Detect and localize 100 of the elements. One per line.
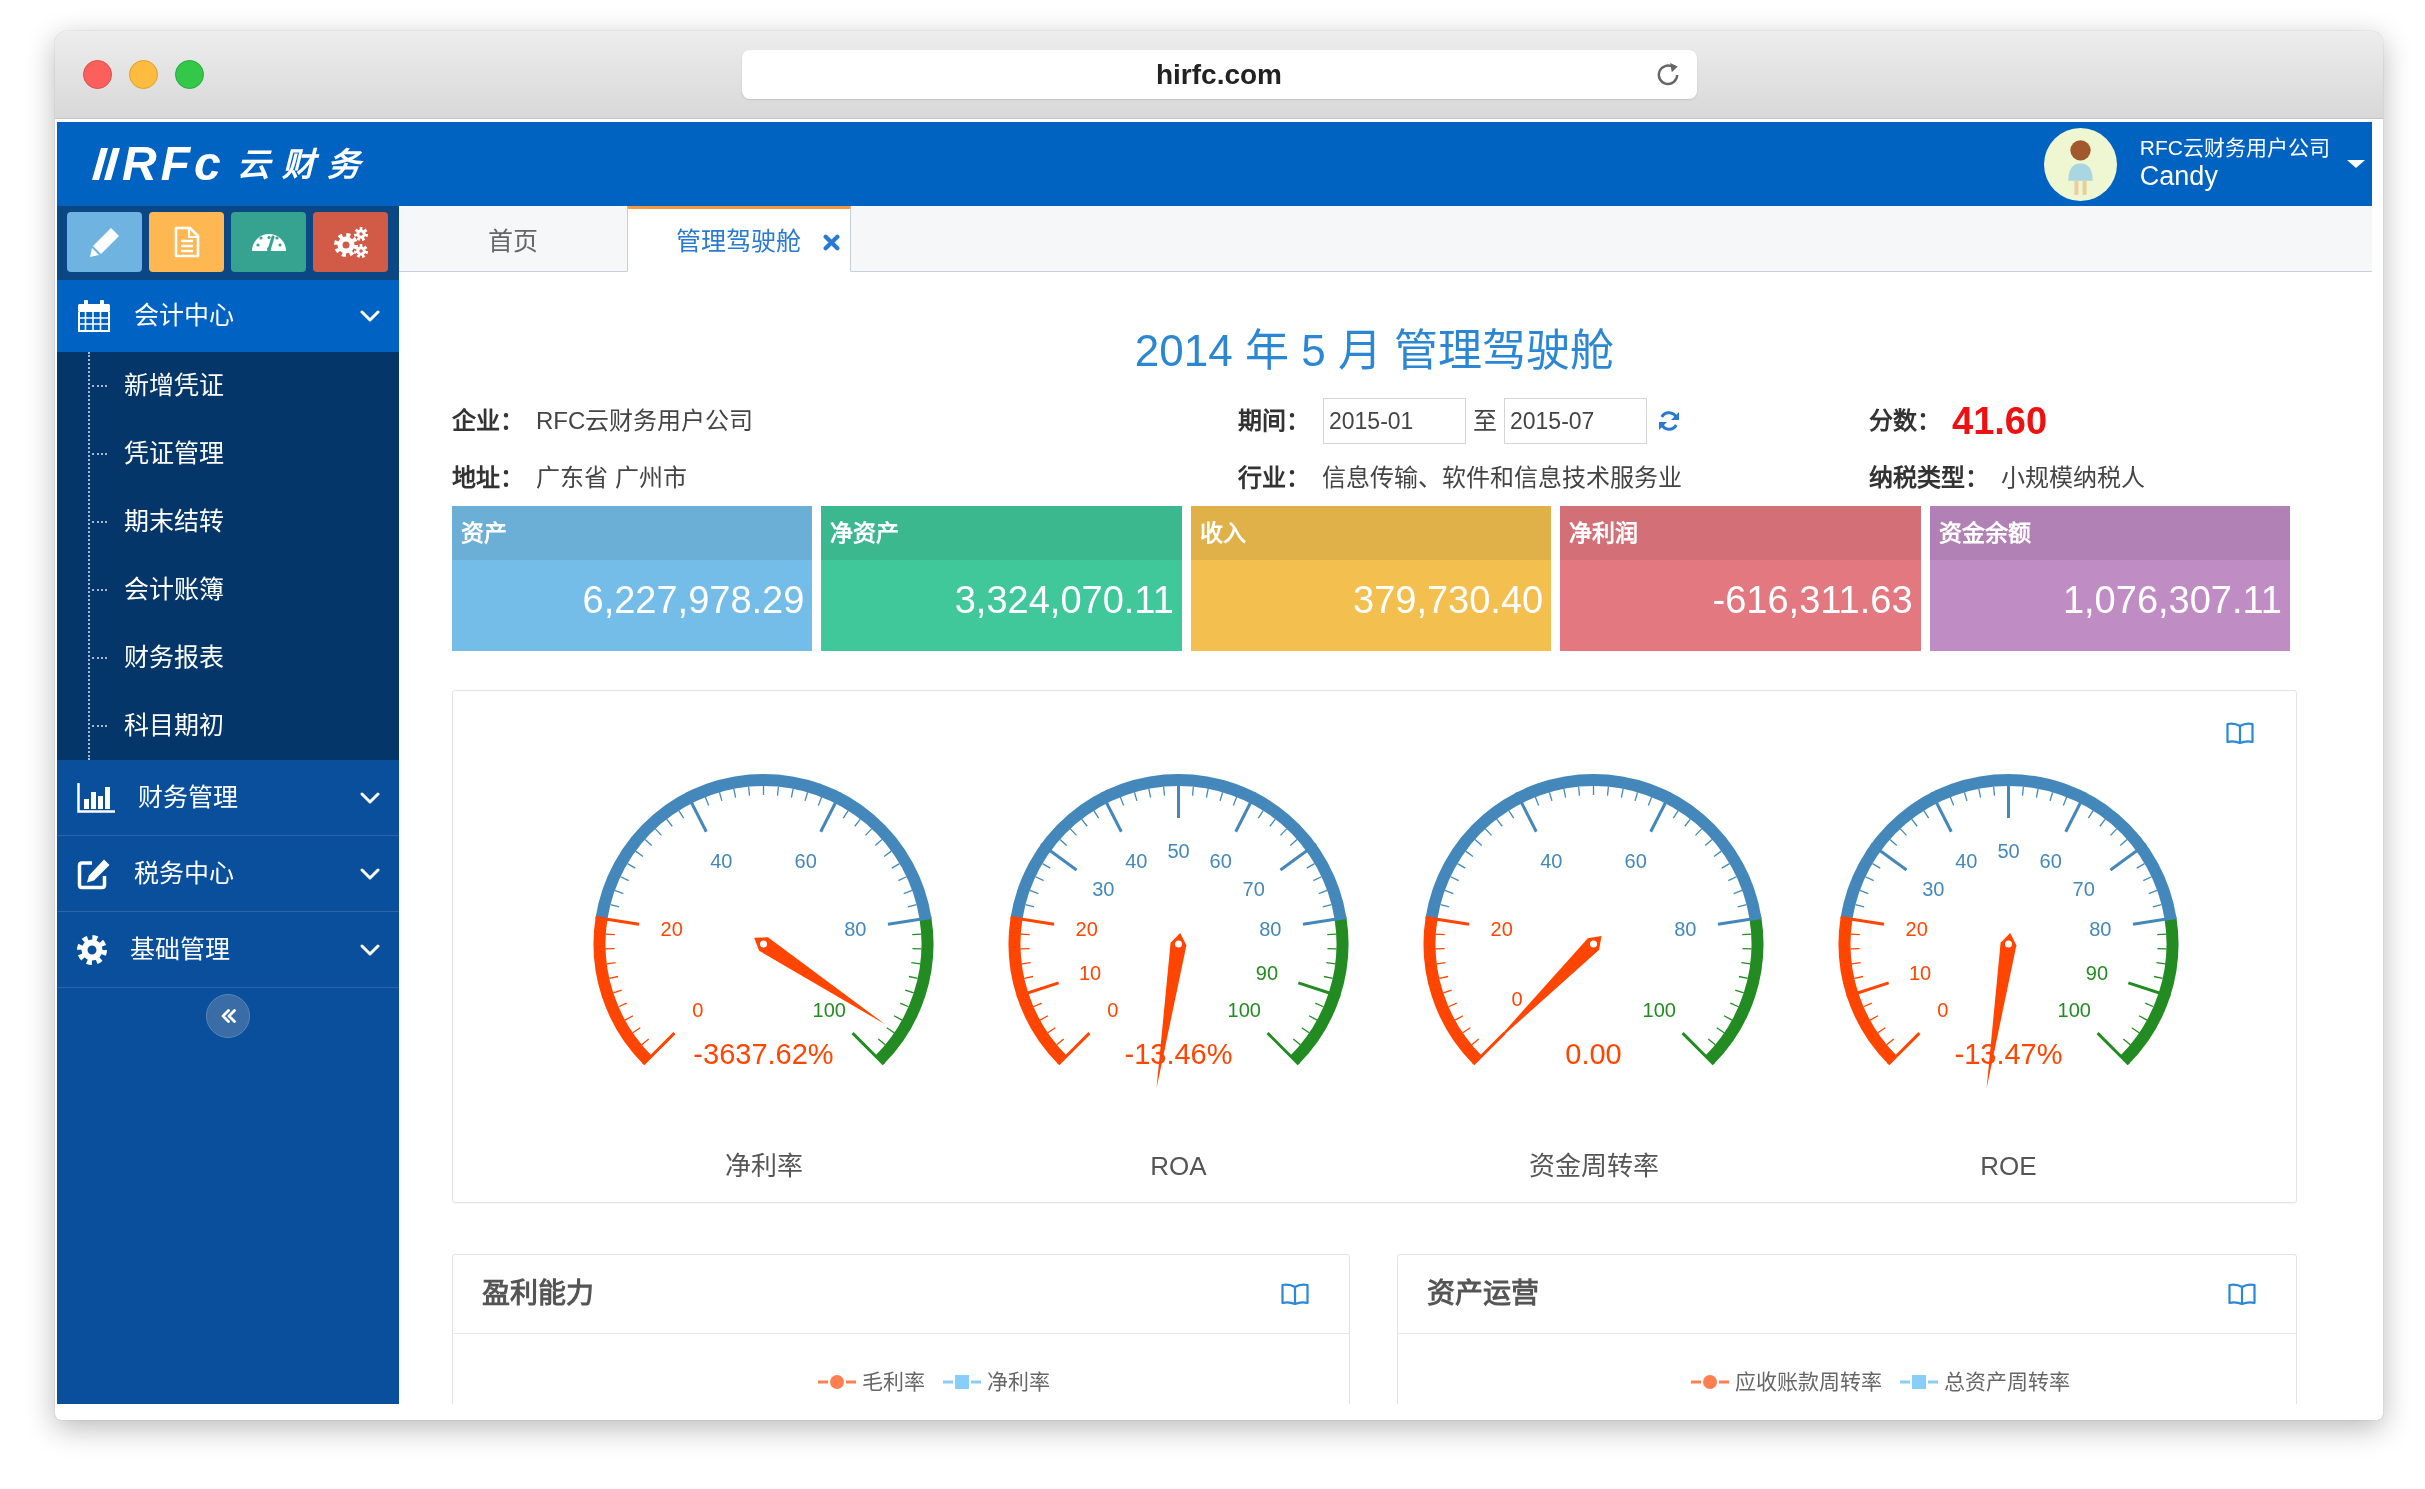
tick-label: 30 <box>1092 878 1115 901</box>
maximize-window-icon[interactable] <box>175 60 204 89</box>
legend-item[interactable]: 毛利率 <box>818 1368 925 1396</box>
metric-label: 资金余额 <box>1929 506 2290 560</box>
panel-title: 盈利能力 <box>482 1277 594 1311</box>
tick-label: 40 <box>710 850 733 873</box>
tick-label: 40 <box>1125 850 1148 873</box>
submenu-item[interactable]: 凭证管理 <box>90 420 399 488</box>
shortcut-button[interactable] <box>313 212 388 272</box>
double-chevron-left-icon <box>219 1009 237 1023</box>
close-window-icon[interactable] <box>83 60 112 89</box>
tab[interactable]: 管理驾驶舱 <box>627 206 851 272</box>
user-name: Candy <box>2139 160 2219 192</box>
gauge-title: ROA <box>1150 1150 1207 1183</box>
collapse-button[interactable] <box>206 994 250 1038</box>
bar-chart-icon <box>77 782 115 813</box>
book-icon[interactable] <box>1281 1282 1309 1306</box>
needle-pivot-icon <box>1590 940 1597 948</box>
submenu-item[interactable]: 新增凭证 <box>90 352 399 420</box>
field-label: 期间： <box>1238 406 1310 436</box>
tick-label: 70 <box>2072 878 2095 901</box>
tick-label: 0 <box>1511 988 1523 1011</box>
caret-down-icon[interactable] <box>2347 160 2365 168</box>
speedometer-icon <box>250 233 287 251</box>
tick-label: 60 <box>1209 850 1232 873</box>
gauge-reading: 0.00 <box>1565 1038 1622 1070</box>
metric-value: 3,324,070.11 <box>953 578 1175 623</box>
logo-subtitle: 云财务 <box>236 147 372 181</box>
book-icon[interactable] <box>2228 1282 2256 1306</box>
field-value: RFC云财务用户公司 <box>536 406 754 436</box>
tick-label: 90 <box>1255 961 1279 984</box>
pencil-icon <box>88 226 121 258</box>
legend-item[interactable]: 应收账款周转率 <box>1690 1368 1882 1396</box>
shortcut-button[interactable] <box>67 212 142 272</box>
gauge-reading: -3637.62% <box>693 1038 834 1070</box>
metric-label: 资产 <box>452 506 813 560</box>
needle-pivot-icon <box>1175 940 1182 948</box>
needle-pivot-icon <box>2005 940 2012 948</box>
field-label: 行业： <box>1238 463 1310 493</box>
tick-label: 100 <box>2057 998 2091 1021</box>
tick-label: 80 <box>844 918 867 941</box>
tick-label: 80 <box>2089 918 2112 941</box>
tick-label: 60 <box>794 850 817 873</box>
address-bar[interactable]: hirfc.com <box>741 50 1697 99</box>
metric-value: 379,730.40 <box>1352 578 1545 623</box>
dashboard-title: 2014 年 5 月 管理驾驶舱 <box>1133 325 1616 377</box>
gauge-title: 资金周转率 <box>1528 1150 1659 1183</box>
metric-label: 收入 <box>1190 506 1552 560</box>
book-icon[interactable] <box>2226 722 2254 745</box>
submenu-item[interactable]: 科目期初 <box>90 692 399 760</box>
shortcut-button[interactable] <box>231 212 306 272</box>
submenu-item[interactable]: 财务报表 <box>90 624 399 692</box>
submenu-item[interactable]: 会计账簿 <box>90 556 399 624</box>
legend-item[interactable]: 总资产周转率 <box>1899 1368 2070 1396</box>
edit-icon <box>77 857 111 890</box>
tick-label: 10 <box>1908 961 1932 984</box>
legend-item[interactable]: 净利率 <box>943 1368 1050 1396</box>
settings-icon <box>77 934 107 965</box>
panel-title: 资产运营 <box>1427 1277 1539 1311</box>
tick-label: 40 <box>1540 850 1563 873</box>
date-input[interactable]: 2015-01 <box>1323 398 1466 444</box>
chevron-down-icon <box>360 943 380 956</box>
gauge-title: 净利率 <box>724 1150 803 1183</box>
calendar-icon <box>77 299 111 332</box>
submenu-item[interactable]: 期末结转 <box>90 488 399 556</box>
date-input[interactable]: 2015-07 <box>1504 398 1647 444</box>
field-label: 地址： <box>452 463 524 493</box>
tick-label: 100 <box>812 998 846 1021</box>
tick-label: 60 <box>1624 850 1647 873</box>
tick-label: 20 <box>1075 918 1098 941</box>
tick-label: 0 <box>1937 998 1949 1021</box>
tick-label: 30 <box>1922 878 1945 901</box>
tick-label: 10 <box>1078 961 1102 984</box>
gauge-title: ROE <box>1980 1150 2037 1183</box>
logo-stripes-icon <box>92 148 120 180</box>
close-icon[interactable] <box>823 233 840 251</box>
menu-item[interactable]: 会计中心 <box>57 280 399 352</box>
tick-label: 0 <box>692 998 704 1021</box>
field-label: 企业： <box>452 406 524 436</box>
chevron-down-icon <box>360 867 380 880</box>
chevron-down-icon <box>360 309 380 322</box>
tick-label: 100 <box>1227 998 1261 1021</box>
metric-value: -616,311.63 <box>1711 578 1914 623</box>
refresh-icon[interactable] <box>1657 409 1681 433</box>
field-label: 分数： <box>1869 406 1941 436</box>
tick-label: 70 <box>1242 878 1265 901</box>
tick-label: 0 <box>1107 998 1119 1021</box>
logo-wordmark: RFc <box>122 140 225 188</box>
needle-pivot-icon <box>760 940 767 948</box>
field-label: 纳税类型： <box>1869 463 1989 493</box>
metric-label: 净资产 <box>821 506 1182 560</box>
tick-label: 20 <box>1905 918 1928 941</box>
company-name: RFC云财务用户公司 <box>2139 136 2330 161</box>
range-separator: 至 <box>1473 406 1497 436</box>
chevron-down-icon <box>360 791 380 804</box>
metric-value: 6,227,978.29 <box>581 578 806 623</box>
tick-label: 90 <box>2085 961 2109 984</box>
metric-value: 1,076,307.11 <box>2061 578 2283 623</box>
tab[interactable]: 首页 <box>399 206 627 272</box>
metric-label: 净利润 <box>1560 506 1921 560</box>
